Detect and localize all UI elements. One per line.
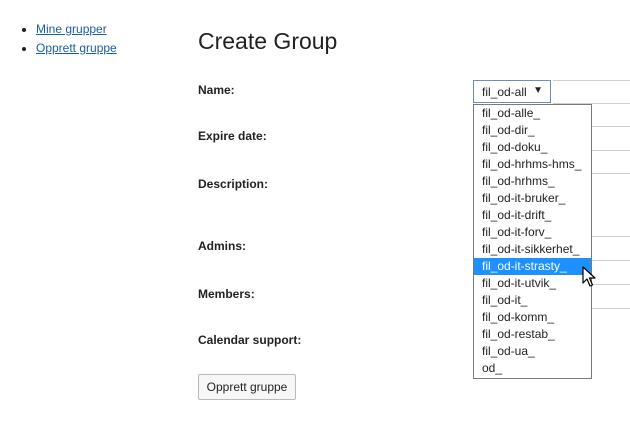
- nav-link-mine-grupper[interactable]: Mine grupper: [36, 22, 107, 36]
- dropdown-option[interactable]: fil_od-it-drift_: [474, 207, 591, 224]
- dropdown-option[interactable]: fil_od-restab_: [474, 326, 591, 343]
- name-field-edge[interactable]: [553, 80, 630, 81]
- chevron-down-icon: ▼: [533, 85, 543, 96]
- members-label: Members:: [198, 287, 255, 301]
- dropdown-option[interactable]: fil_od-ua_: [474, 343, 591, 360]
- description-label: Description:: [198, 177, 269, 191]
- expire-date-label: Expire date:: [198, 129, 267, 143]
- dropdown-option[interactable]: fil_od-it_: [474, 292, 591, 309]
- dropdown-option[interactable]: fil_od-doku_: [474, 139, 591, 156]
- dropdown-option[interactable]: fil_od-it-utvik_: [474, 275, 591, 292]
- mouse-pointer-icon: [582, 266, 596, 287]
- calendar-support-label: Calendar support:: [198, 333, 302, 347]
- dropdown-option[interactable]: fil_od-it-bruker_: [474, 190, 591, 207]
- name-select-dropdown: fil_od-alle_ fil_od-dir_ fil_od-doku_ fil_o…: [473, 104, 592, 379]
- dropdown-option[interactable]: fil_od-komm_: [474, 309, 591, 326]
- name-select-value: fil_od-all: [482, 85, 527, 99]
- name-label: Name:: [198, 83, 235, 97]
- dropdown-option[interactable]: fil_od-it-strasty_: [474, 258, 591, 275]
- dropdown-option[interactable]: fil_od-it-forv_: [474, 224, 591, 241]
- opprett-gruppe-button[interactable]: Opprett gruppe: [198, 374, 296, 400]
- dropdown-option[interactable]: fil_od-dir_: [474, 122, 591, 139]
- admins-label: Admins:: [198, 239, 246, 253]
- nav-link-opprett-gruppe[interactable]: Opprett gruppe: [36, 41, 117, 55]
- page-title: Create Group: [198, 28, 338, 54]
- create-group-page: Mine grupper Opprett gruppe Create Group…: [0, 0, 630, 430]
- nav-item-mine-grupper: Mine grupper: [36, 20, 117, 39]
- dropdown-option[interactable]: fil_od-it-sikkerhet_: [474, 241, 591, 258]
- nav-item-opprett-gruppe: Opprett gruppe: [36, 39, 117, 58]
- dropdown-option[interactable]: od_: [474, 360, 591, 377]
- name-select[interactable]: fil_od-all ▼: [473, 80, 551, 103]
- side-nav: Mine grupper Opprett gruppe: [10, 20, 117, 58]
- dropdown-option[interactable]: fil_od-hrhms-hms_: [474, 156, 591, 173]
- dropdown-option[interactable]: fil_od-alle_: [474, 105, 591, 122]
- dropdown-option[interactable]: fil_od-hrhms_: [474, 173, 591, 190]
